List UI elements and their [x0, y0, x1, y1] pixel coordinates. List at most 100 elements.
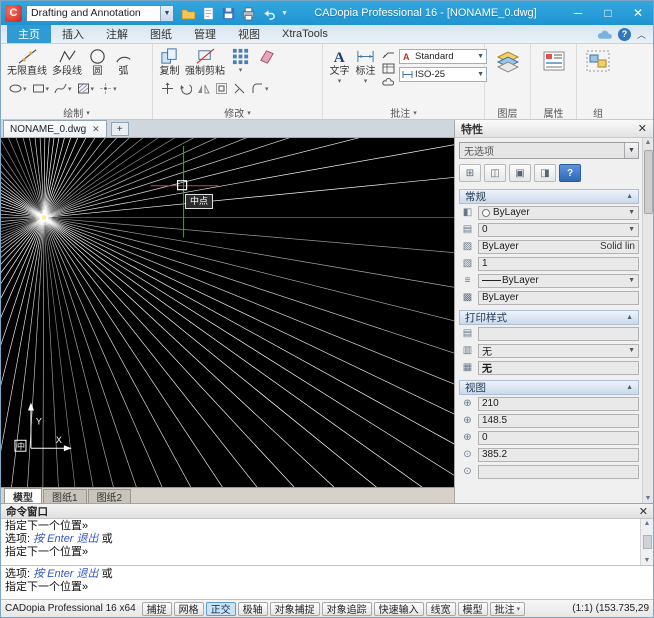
ribbon-tab-insert[interactable]: 插入 — [51, 25, 95, 43]
view-field-4[interactable]: 385.2 — [478, 448, 639, 462]
help-button[interactable]: ? — [559, 164, 581, 182]
status-polar-button[interactable]: 极轴 — [238, 602, 268, 616]
flyout-caret-icon[interactable]: ▾ — [23, 85, 27, 93]
tool-arc[interactable]: 弧 — [111, 46, 136, 78]
status-annotate-button[interactable]: 批注▾ — [490, 602, 526, 616]
ribbon-collapse-icon[interactable]: ︿ — [637, 28, 646, 41]
section-view-header[interactable]: 视图 ▲ — [459, 380, 639, 395]
tool-erase[interactable] — [254, 46, 279, 67]
status-grid-button[interactable]: 网格 — [174, 602, 204, 616]
command-scrollbar[interactable]: ▲ ▼ — [640, 519, 653, 565]
ribbon-tab-home[interactable]: 主页 — [7, 25, 51, 43]
chevron-down-icon[interactable]: ▼ — [628, 347, 635, 354]
tool-group[interactable] — [585, 49, 611, 73]
view-field-5[interactable] — [478, 465, 639, 479]
scroll-down-icon[interactable]: ▼ — [644, 557, 651, 564]
collapse-icon[interactable]: ▲ — [626, 314, 633, 321]
flyout-caret-icon[interactable]: ▾ — [239, 66, 243, 74]
chevron-down-icon[interactable]: ▼ — [628, 277, 635, 284]
tool-point[interactable]: ▾ — [99, 82, 117, 95]
tool-polyline[interactable]: 多段线 — [50, 46, 84, 78]
tool-dimension[interactable]: 标注 ▾ — [353, 46, 378, 86]
collapse-icon[interactable]: ▲ — [626, 193, 633, 200]
print-icon[interactable] — [241, 6, 256, 21]
paint-properties-button[interactable]: ◨ — [534, 164, 556, 182]
flyout-caret-icon[interactable]: ▾ — [91, 85, 95, 93]
toggle-pin-button[interactable]: ▣ — [509, 164, 531, 182]
chevron-down-icon[interactable]: ▼ — [628, 226, 635, 233]
new-document-tab-button[interactable]: + — [111, 122, 129, 136]
status-lineweight-button[interactable]: 线宽 — [426, 602, 456, 616]
tool-fillet[interactable]: ▾ — [251, 82, 269, 95]
tool-rotate[interactable] — [179, 82, 192, 95]
ribbon-tab-annotate[interactable]: 注解 — [95, 25, 139, 43]
leader-icon[interactable] — [382, 49, 395, 60]
command-window-header[interactable]: 命令窗口 ✕ — [1, 504, 653, 519]
tool-mirror[interactable] — [197, 82, 210, 95]
tool-spline[interactable]: ▾ — [54, 82, 72, 95]
panel-label-annotate[interactable]: 批注▾ — [325, 106, 482, 119]
selection-dropdown[interactable]: 无选项 ▼ — [459, 142, 639, 159]
tool-array[interactable]: ▾ — [228, 46, 253, 75]
undo-icon[interactable] — [261, 6, 276, 21]
tool-layers[interactable] — [493, 49, 522, 73]
workspace-select[interactable]: Drafting and Annotation ▼ — [26, 5, 174, 22]
ribbon-tab-sheet[interactable]: 图纸 — [139, 25, 183, 43]
plot-field-2[interactable]: 无▼ — [478, 344, 639, 358]
layer-field[interactable]: 0▼ — [478, 223, 639, 237]
ribbon-tab-manage[interactable]: 管理 — [183, 25, 227, 43]
close-icon[interactable]: ✕ — [92, 124, 100, 135]
tool-trim[interactable] — [233, 82, 246, 95]
chevron-down-icon[interactable]: ▼ — [624, 143, 638, 158]
table-icon[interactable] — [382, 63, 395, 74]
cloud-icon[interactable] — [597, 29, 612, 40]
panel-label-group[interactable]: 组 — [579, 106, 617, 119]
help-icon[interactable]: ? — [618, 28, 631, 41]
status-ortho-button[interactable]: 正交 — [206, 602, 236, 616]
tool-copy[interactable]: 复制 — [157, 46, 182, 78]
linetype-scale-field[interactable]: 1 — [478, 257, 639, 271]
scroll-down-icon[interactable]: ▼ — [645, 495, 652, 502]
open-folder-icon[interactable] — [181, 6, 196, 21]
properties-scrollbar[interactable]: ▲ ▼ — [642, 138, 653, 503]
flyout-caret-icon[interactable]: ▾ — [46, 85, 50, 93]
flyout-caret-icon[interactable]: ▾ — [68, 85, 72, 93]
status-snap-button[interactable]: 捕捉 — [142, 602, 172, 616]
tool-circle[interactable]: 圆 — [85, 46, 110, 78]
document-tab[interactable]: NONAME_0.dwg ✕ — [3, 120, 107, 137]
section-general-header[interactable]: 常规 ▲ — [459, 189, 639, 204]
qat-dropdown-icon[interactable]: ▼ — [281, 10, 288, 17]
save-icon[interactable] — [221, 6, 236, 21]
ribbon-tab-view[interactable]: 视图 — [227, 25, 271, 43]
select-elements-button[interactable]: ⊞ — [459, 164, 481, 182]
minimize-button[interactable]: ─ — [563, 1, 593, 25]
scroll-up-icon[interactable]: ▲ — [644, 520, 651, 527]
dim-style-combo[interactable]: ISO-25 ▼ — [399, 67, 487, 82]
tool-infinite-line[interactable]: 无限直线 — [5, 46, 49, 78]
flyout-caret-icon[interactable]: ▾ — [364, 77, 368, 85]
chevron-down-icon[interactable]: ▼ — [160, 6, 173, 21]
status-model-button[interactable]: 模型 — [458, 602, 488, 616]
panel-label-draw[interactable]: 绘制▾ — [3, 106, 150, 119]
panel-label-layers[interactable]: 图层 — [487, 106, 528, 119]
close-button[interactable]: ✕ — [623, 1, 653, 25]
close-icon[interactable]: ✕ — [639, 505, 648, 518]
tool-ellipse[interactable]: ▾ — [9, 82, 27, 95]
section-plot-header[interactable]: 打印样式 ▲ — [459, 310, 639, 325]
tool-power-trim[interactable]: 强制剪粘 — [183, 46, 227, 78]
tool-move[interactable] — [161, 82, 174, 95]
plot-field-1[interactable] — [478, 327, 639, 341]
flyout-caret-icon[interactable]: ▾ — [265, 85, 269, 93]
command-option-link[interactable]: 按 Enter 退出 — [33, 533, 98, 545]
scroll-up-icon[interactable]: ▲ — [645, 139, 652, 146]
text-style-combo[interactable]: A Standard ▼ — [399, 49, 487, 64]
sheet-tab-model[interactable]: 模型 — [4, 488, 42, 503]
plot-field-3[interactable]: 无 — [478, 361, 639, 375]
maximize-button[interactable]: □ — [593, 1, 623, 25]
transparency-field[interactable]: ByLayer — [478, 291, 639, 305]
view-field-1[interactable]: 210 — [478, 397, 639, 411]
ribbon-tab-xtratools[interactable]: XtraTools — [271, 25, 339, 43]
tool-offset[interactable] — [215, 82, 228, 95]
sheet-tab-sheet1[interactable]: 图纸1 — [43, 489, 87, 503]
cloud-revision-icon[interactable] — [382, 77, 395, 88]
